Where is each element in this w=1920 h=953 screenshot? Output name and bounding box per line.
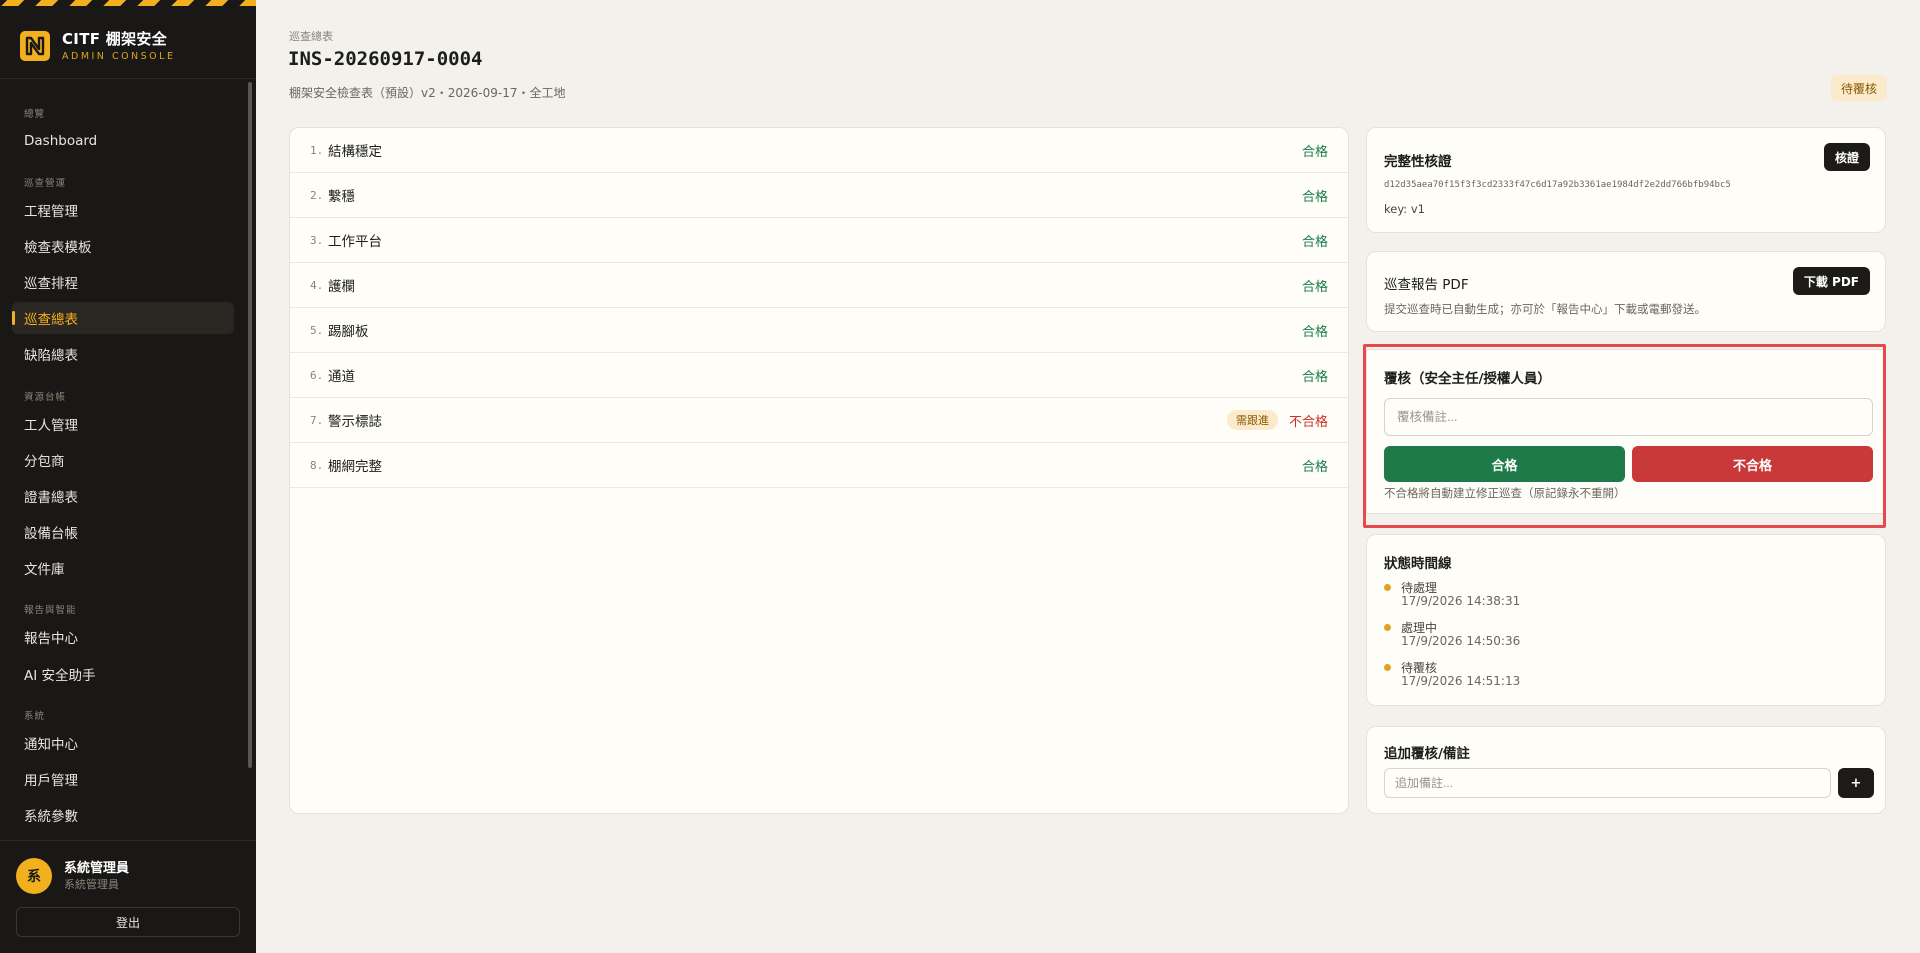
item-label: 護欄 <box>328 279 355 295</box>
item-label: 結構穩定 <box>328 144 382 160</box>
timeline-time: 17/9/2026 14:51:13 <box>1401 674 1521 688</box>
item-label: 棚網完整 <box>328 459 382 475</box>
divider <box>0 840 256 841</box>
sidebar-item-subcontractors[interactable]: 分包商 <box>12 444 234 476</box>
page-meta: 棚架安全檢查表（預設）v2・2026-09-17・全工地 <box>289 86 566 100</box>
sidebar-item-report-center[interactable]: 報告中心 <box>12 621 234 653</box>
avatar: 系 <box>16 858 52 894</box>
user-profile[interactable]: 系 系統管理員 系統管理員 <box>16 858 129 894</box>
divider <box>0 78 256 79</box>
timeline-dot-icon <box>1384 584 1391 591</box>
hash-value: d12d35aea70f15f3f3cd2333f47c6d17a92b3361… <box>1384 180 1731 190</box>
sidebar-item-inspections[interactable]: 巡查總表 <box>12 302 234 334</box>
hazard-stripe <box>0 0 256 6</box>
item-label: 通道 <box>328 369 355 385</box>
sidebar-item-dashboard[interactable]: Dashboard <box>12 125 234 157</box>
timeline-title: 狀態時間線 <box>1384 556 1452 572</box>
item-number: 8. <box>310 458 324 472</box>
follow-up-badge: 需跟進 <box>1227 410 1278 430</box>
nav-group-system: 系統 <box>24 711 46 722</box>
nav-group-resources: 資源台帳 <box>24 392 67 403</box>
sidebar-item-users[interactable]: 用戶管理 <box>12 763 234 795</box>
sidebar-item-certificates[interactable]: 證書總表 <box>12 480 234 512</box>
item-number: 3. <box>310 233 324 247</box>
item-number: 4. <box>310 278 324 292</box>
user-name: 系統管理員 <box>64 861 130 876</box>
download-pdf-button[interactable]: 下載 PDF <box>1792 267 1870 295</box>
nav-group-reports: 報告與智能 <box>24 605 77 616</box>
timeline-dot-icon <box>1384 664 1391 671</box>
sidebar-item-defects[interactable]: 缺陷總表 <box>12 338 234 370</box>
item-label: 工作平台 <box>328 234 382 250</box>
sidebar-item-equipment[interactable]: 設備台帳 <box>12 516 234 548</box>
item-number: 6. <box>310 368 324 382</box>
item-result: 合格 <box>1301 369 1328 385</box>
logo-icon <box>20 31 50 61</box>
item-label: 繫穩 <box>328 189 355 205</box>
pdf-description: 提交巡查時已自動生成；亦可於「報告中心」下載或電郵發送。 <box>1384 302 1706 316</box>
brand-subtitle: ADMIN CONSOLE <box>62 50 176 62</box>
checklist-row: 8. 棚網完整 合格 <box>290 443 1348 488</box>
checklist-row: 3. 工作平台 合格 <box>290 218 1348 263</box>
integrity-title: 完整性核證 <box>1384 154 1452 170</box>
item-result: 不合格 <box>1288 414 1328 430</box>
nav-group-operations: 巡查營運 <box>24 178 67 189</box>
sidebar-item-notifications[interactable]: 通知中心 <box>12 727 234 759</box>
sidebar-item-projects[interactable]: 工程管理 <box>12 194 234 226</box>
sidebar-item-ai-assistant[interactable]: AI 安全助手 <box>12 658 234 690</box>
item-result: 合格 <box>1301 189 1328 205</box>
brand[interactable]: CITF 棚架安全 ADMIN CONSOLE <box>20 26 240 66</box>
item-result: 合格 <box>1301 234 1328 250</box>
checklist-row: 7. 警示標誌 需跟進 不合格 <box>290 398 1348 443</box>
item-label: 踢腳板 <box>328 324 369 340</box>
checklist-row: 4. 護欄 合格 <box>290 263 1348 308</box>
nav-group-overview: 總覽 <box>24 109 46 120</box>
timeline-card: 狀態時間線 待處理 17/9/2026 14:38:31 處理中 17/9/20… <box>1366 534 1886 706</box>
checklist-row: 6. 通道 合格 <box>290 353 1348 398</box>
breadcrumb[interactable]: 巡查總表 <box>289 28 333 44</box>
verify-button[interactable]: 核證 <box>1823 143 1870 171</box>
timeline-time: 17/9/2026 14:50:36 <box>1401 634 1521 648</box>
logout-button[interactable]: 登出 <box>16 907 240 937</box>
item-result: 合格 <box>1301 279 1328 295</box>
checklist-row: 1. 結構穩定 合格 <box>290 128 1348 173</box>
sidebar-item-settings[interactable]: 系統參數 <box>12 799 234 831</box>
item-number: 2. <box>310 188 324 202</box>
status-badge: 待覆核 <box>1830 75 1887 101</box>
note-input[interactable] <box>1384 768 1831 798</box>
notes-title: 追加覆核/備註 <box>1384 746 1470 762</box>
item-number: 5. <box>310 323 324 337</box>
sidebar-item-documents[interactable]: 文件庫 <box>12 552 234 584</box>
item-result: 合格 <box>1301 324 1328 340</box>
timeline-time: 17/9/2026 14:38:31 <box>1401 594 1521 608</box>
sidebar-item-workers[interactable]: 工人管理 <box>12 408 234 440</box>
notes-card: 追加覆核/備註 + <box>1366 726 1886 814</box>
page-title: INS-20260917-0004 <box>288 48 483 70</box>
item-label: 警示標誌 <box>328 414 382 430</box>
item-result: 合格 <box>1301 459 1328 475</box>
pdf-card: 巡查報告 PDF 下載 PDF 提交巡查時已自動生成；亦可於「報告中心」下載或電… <box>1366 251 1886 332</box>
sidebar-item-schedule[interactable]: 巡查排程 <box>12 266 234 298</box>
brand-title: CITF 棚架安全 <box>62 29 167 48</box>
sidebar-item-checklist-templates[interactable]: 檢查表模板 <box>12 230 234 262</box>
sidebar-scrollbar[interactable] <box>248 82 252 768</box>
add-note-button[interactable]: + <box>1838 768 1874 798</box>
review-highlight-frame <box>1363 344 1886 528</box>
checklist-row: 2. 繫穩 合格 <box>290 173 1348 218</box>
timeline-dot-icon <box>1384 624 1391 631</box>
checklist-card: 1. 結構穩定 合格 2. 繫穩 合格 3. 工作平台 合格 4. 護欄 合格 … <box>289 127 1349 814</box>
checklist-row: 5. 踢腳板 合格 <box>290 308 1348 353</box>
sidebar: CITF 棚架安全 ADMIN CONSOLE 總覽 Dashboard 巡查營… <box>0 0 256 953</box>
user-role: 系統管理員 <box>64 878 119 891</box>
key-version: key: v1 <box>1384 202 1425 216</box>
integrity-card: 完整性核證 核證 d12d35aea70f15f3f3cd2333f47c6d1… <box>1366 127 1886 233</box>
pdf-title: 巡查報告 PDF <box>1384 277 1469 293</box>
item-number: 1. <box>310 143 324 157</box>
item-result: 合格 <box>1301 144 1328 160</box>
item-number: 7. <box>310 413 324 427</box>
